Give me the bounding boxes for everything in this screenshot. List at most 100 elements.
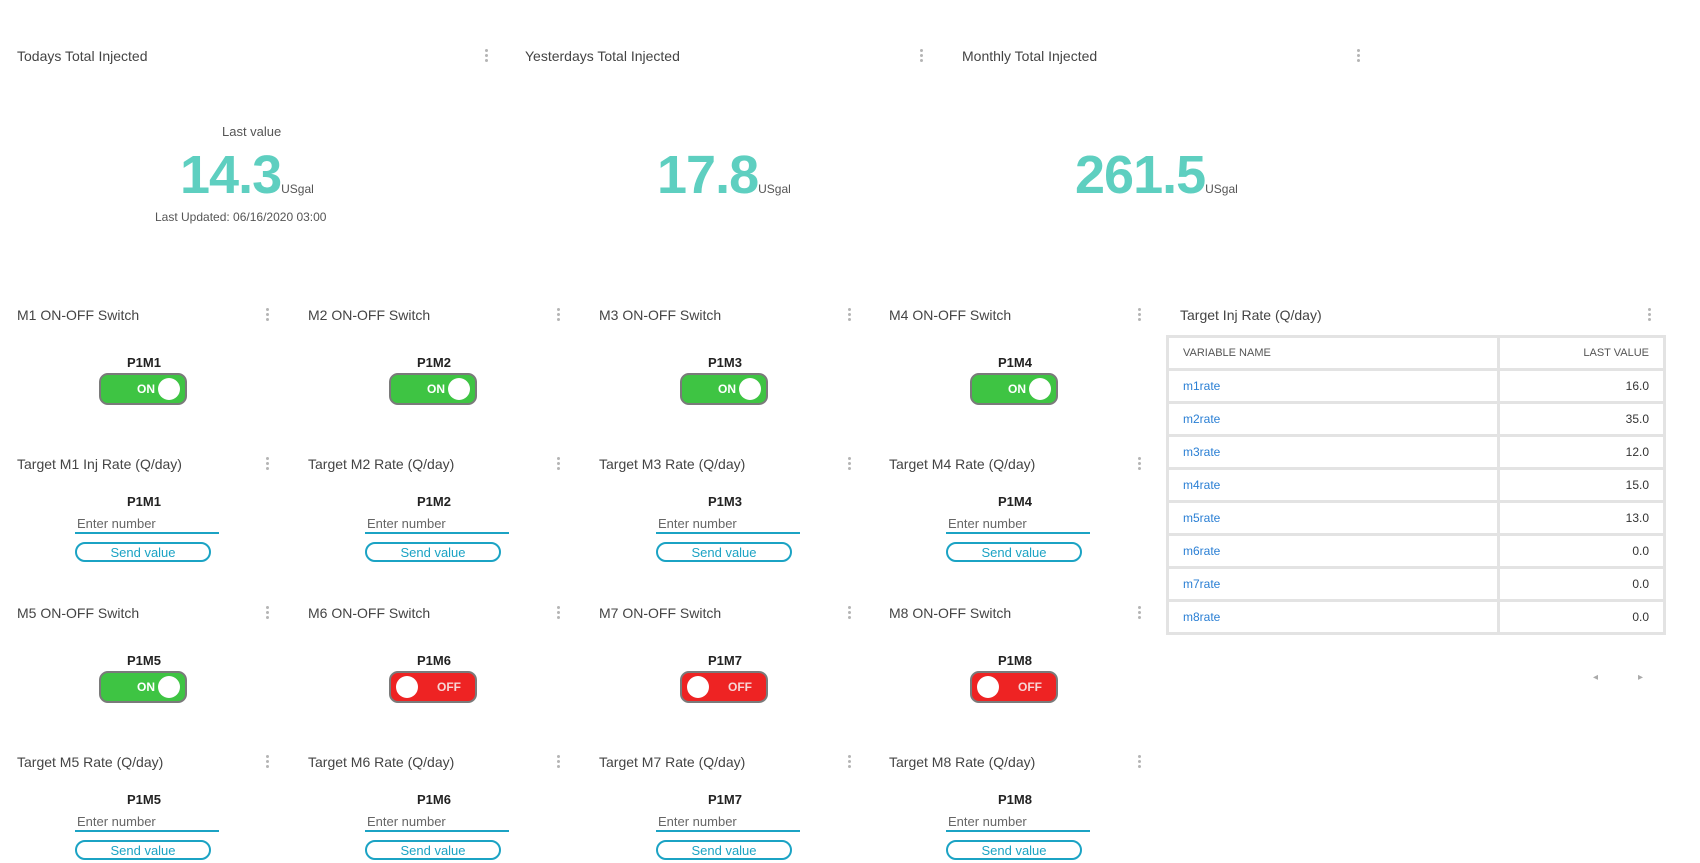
widget-menu-icon[interactable] [266,308,270,322]
widget-menu-icon[interactable] [557,308,561,322]
variable-name-cell: m8rate [1166,599,1500,635]
rate-input-p1m2[interactable] [365,514,509,534]
widget-title-m8-switch: M8 ON-OFF Switch [889,605,1012,621]
toggle-p1m7[interactable]: OFF [680,671,768,703]
variable-link[interactable]: m5rate [1183,511,1220,525]
widget-title-monthly-total: Monthly Total Injected [962,48,1098,64]
widget-menu-icon[interactable] [266,606,270,620]
last-updated-text: Last Updated: 06/16/2020 03:00 [155,210,327,224]
table-row: m7rate 0.0 [1166,566,1667,602]
yesterdays-total-value: 17.8 [657,145,759,205]
widget-title-m8-rate: Target M8 Rate (Q/day) [889,754,1036,770]
widget-title-m3-rate: Target M3 Rate (Q/day) [599,456,746,472]
widget-menu-icon[interactable] [266,457,270,471]
toggle-state: OFF [437,680,461,694]
send-value-button[interactable]: Send value [365,542,501,562]
widget-menu-icon[interactable] [1357,49,1361,63]
table-row: m3rate 12.0 [1166,434,1667,470]
widget-menu-icon[interactable] [848,457,852,471]
widget-menu-icon[interactable] [557,457,561,471]
widget-menu-icon[interactable] [1138,606,1142,620]
widget-menu-icon[interactable] [1138,308,1142,322]
widget-title-m5-switch: M5 ON-OFF Switch [17,605,140,621]
toggle-p1m2[interactable]: ON [389,373,477,405]
widget-menu-icon[interactable] [485,49,489,63]
variable-link[interactable]: m8rate [1183,610,1220,624]
todays-total-metric: 14.3USgal [180,148,314,202]
widget-title-m7-rate: Target M7 Rate (Q/day) [599,754,746,770]
rate-label-p1m1: P1M1 [127,494,161,509]
variable-name-cell: m2rate [1166,401,1500,437]
widget-menu-icon[interactable] [848,755,852,769]
send-value-button[interactable]: Send value [365,840,501,860]
variable-name-cell: m5rate [1166,500,1500,536]
send-value-button[interactable]: Send value [75,840,211,860]
widget-menu-icon[interactable] [1648,308,1652,322]
widget-menu-icon[interactable] [848,308,852,322]
toggle-p1m3[interactable]: ON [680,373,768,405]
last-value-label: Last value [222,124,282,139]
variable-link[interactable]: m6rate [1183,544,1220,558]
rate-input-p1m8[interactable] [946,812,1090,832]
toggle-p1m4[interactable]: ON [970,373,1058,405]
send-value-button[interactable]: Send value [75,542,211,562]
variable-link[interactable]: m2rate [1183,412,1220,426]
rate-label-p1m4: P1M4 [998,494,1032,509]
rate-input-p1m7[interactable] [656,812,800,832]
variable-link[interactable]: m7rate [1183,577,1220,591]
switch-label-p1m1: P1M1 [127,355,161,370]
rate-input-p1m1[interactable] [75,514,219,534]
widget-menu-icon[interactable] [1138,457,1142,471]
rate-label-p1m7: P1M7 [708,792,742,807]
variable-link[interactable]: m3rate [1183,445,1220,459]
toggle-p1m8[interactable]: OFF [970,671,1058,703]
prev-page-icon[interactable]: ◂ [1593,672,1598,683]
todays-total-value: 14.3 [180,145,282,205]
switch-label-p1m8: P1M8 [998,653,1032,668]
toggle-p1m5[interactable]: ON [99,671,187,703]
widget-menu-icon[interactable] [557,755,561,769]
variable-name-cell: m1rate [1166,368,1500,404]
last-value-cell: 0.0 [1496,533,1667,569]
toggle-state: ON [1008,382,1026,396]
variable-name-cell: m7rate [1166,566,1500,602]
widget-menu-icon[interactable] [266,755,270,769]
rate-label-p1m5: P1M5 [127,792,161,807]
switch-label-p1m2: P1M2 [417,355,451,370]
widget-title-m6-switch: M6 ON-OFF Switch [308,605,431,621]
widget-title-m2-rate: Target M2 Rate (Q/day) [308,456,455,472]
switch-label-p1m7: P1M7 [708,653,742,668]
todays-total-unit: USgal [281,182,314,196]
widget-title-m6-rate: Target M6 Rate (Q/day) [308,754,455,770]
send-value-button[interactable]: Send value [656,840,792,860]
yesterdays-total-metric: 17.8USgal [657,148,791,202]
variable-link[interactable]: m1rate [1183,379,1220,393]
widget-menu-icon[interactable] [557,606,561,620]
send-value-button[interactable]: Send value [656,542,792,562]
rate-input-p1m4[interactable] [946,514,1090,534]
widget-title-m5-rate: Target M5 Rate (Q/day) [17,754,164,770]
monthly-total-unit: USgal [1205,182,1238,196]
toggle-knob [448,378,470,400]
switch-label-p1m5: P1M5 [127,653,161,668]
send-value-button[interactable]: Send value [946,840,1082,860]
widget-menu-icon[interactable] [1138,755,1142,769]
widget-menu-icon[interactable] [920,49,924,63]
toggle-p1m1[interactable]: ON [99,373,187,405]
monthly-total-metric: 261.5USgal [1075,148,1238,202]
send-value-button[interactable]: Send value [946,542,1082,562]
column-header-last-value: LAST VALUE [1496,335,1667,371]
variable-link[interactable]: m4rate [1183,478,1220,492]
monthly-total-value: 261.5 [1075,145,1206,205]
toggle-knob [158,676,180,698]
rate-input-p1m3[interactable] [656,514,800,534]
rate-input-p1m5[interactable] [75,812,219,832]
widget-title-m4-rate: Target M4 Rate (Q/day) [889,456,1036,472]
widget-title-m1-rate: Target M1 Inj Rate (Q/day) [17,456,182,472]
toggle-p1m6[interactable]: OFF [389,671,477,703]
widget-title-m3-switch: M3 ON-OFF Switch [599,307,722,323]
next-page-icon[interactable]: ▸ [1638,672,1643,683]
widget-menu-icon[interactable] [848,606,852,620]
rate-input-p1m6[interactable] [365,812,509,832]
table-row: m2rate 35.0 [1166,401,1667,437]
